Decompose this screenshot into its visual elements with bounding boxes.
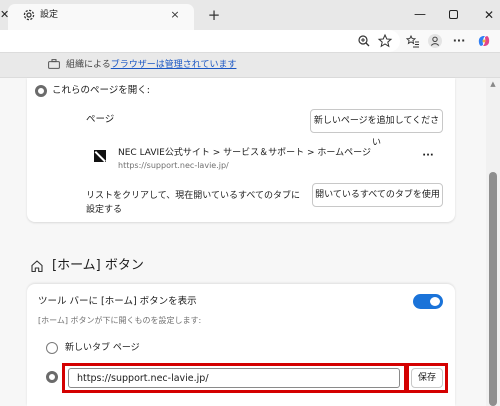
- use-open-tabs-button[interactable]: 開いているすべてのタブを使用: [312, 183, 443, 207]
- scrollbar-thumb[interactable]: [489, 172, 497, 406]
- copilot-icon[interactable]: [476, 33, 492, 49]
- profile-icon[interactable]: [427, 33, 443, 49]
- add-page-button[interactable]: 新しいページを追加してください: [310, 109, 443, 148]
- more-icon[interactable]: ···: [451, 33, 467, 49]
- open-pages-radio[interactable]: [35, 85, 47, 97]
- managed-banner-text: 組織によるブラウザーは管理されています: [66, 58, 236, 72]
- site-more-menu-icon[interactable]: ···: [419, 150, 437, 162]
- home-icon: [31, 260, 43, 273]
- site-favicon-icon: [94, 150, 106, 162]
- gear-icon: [23, 9, 35, 21]
- new-tab-page-label: 新しいタブ ページ: [65, 343, 140, 353]
- minimize-button[interactable]: —: [412, 7, 428, 23]
- pages-label: ページ: [86, 114, 115, 125]
- briefcase-icon: [48, 59, 60, 69]
- toggle-knob: [430, 297, 440, 306]
- clear-list-text: リストをクリアして、現在開いているすべてのタブに設定する: [86, 191, 301, 215]
- address-bar[interactable]: [0, 30, 400, 52]
- show-home-button-label: ツール バーに [ホーム] ボタンを表示: [38, 296, 197, 307]
- managed-policy-link[interactable]: ブラウザーは管理されています: [111, 60, 237, 70]
- site-url: https://support.nec-lavie.jp/: [118, 161, 229, 170]
- maximize-button[interactable]: [449, 10, 458, 19]
- managed-banner-prefix: 組織による: [66, 60, 111, 70]
- close-window-button[interactable]: ✕: [481, 7, 497, 23]
- tab-title: 設定: [40, 10, 59, 20]
- save-button[interactable]: 保存: [411, 368, 443, 388]
- favorites-list-icon[interactable]: [405, 33, 421, 49]
- scroll-up-arrow-icon[interactable]: ▲: [488, 80, 498, 88]
- open-pages-label: これらのページを開く:: [52, 85, 151, 96]
- favorite-star-icon[interactable]: [377, 33, 393, 49]
- custom-url-radio[interactable]: [46, 371, 58, 383]
- tab-close-icon[interactable]: ×: [168, 8, 182, 22]
- new-tab-page-radio[interactable]: [46, 342, 58, 354]
- zoom-icon[interactable]: [356, 33, 372, 49]
- new-tab-button[interactable]: +: [206, 7, 222, 23]
- home-button-description: [ホーム] ボタンが下に開くものを設定します:: [38, 316, 202, 325]
- site-title: NEC LAVIE公式サイト > サービス＆サポート > ホームページ: [118, 148, 371, 158]
- home-url-input[interactable]: [68, 368, 400, 388]
- home-button-section-title: [ホーム] ボタン: [52, 258, 144, 273]
